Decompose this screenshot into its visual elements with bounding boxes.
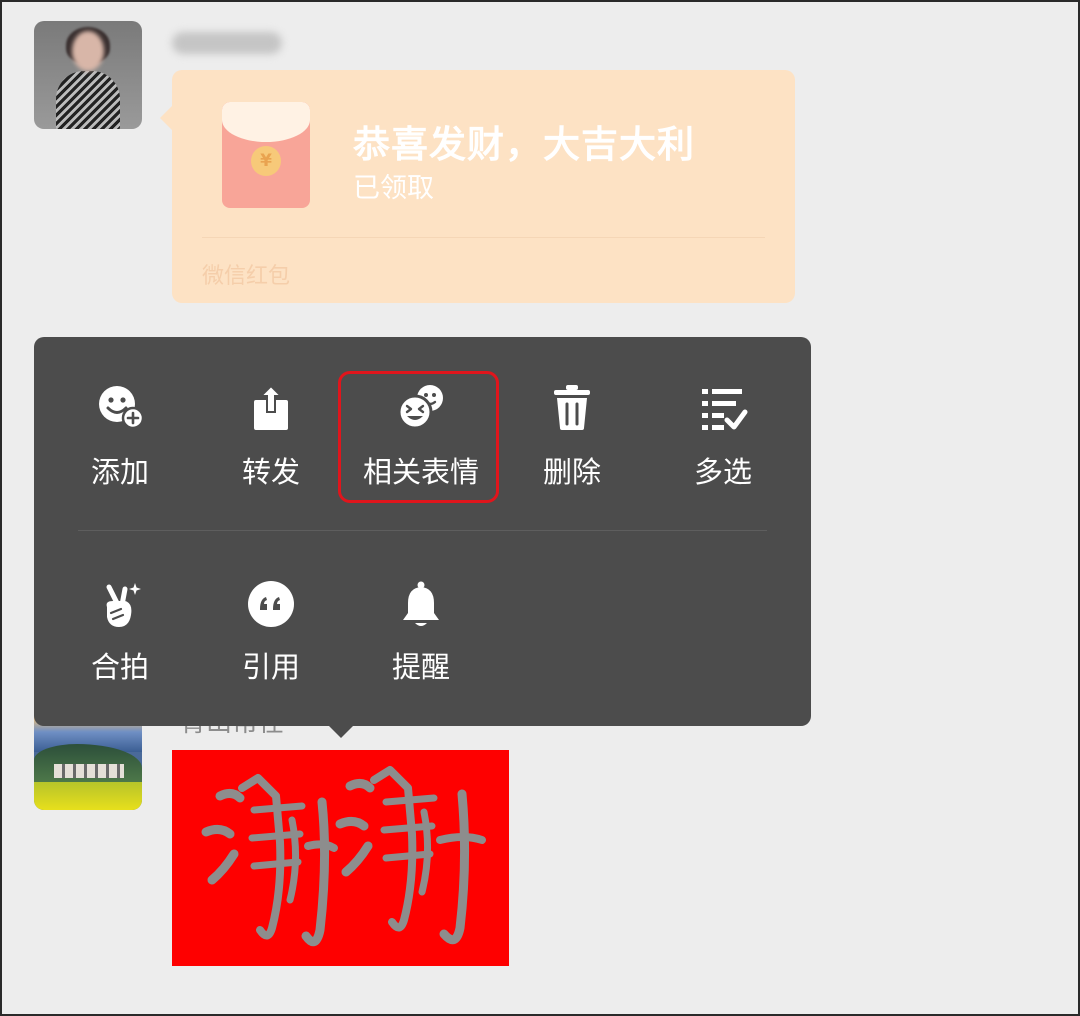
- duet-icon: [106, 583, 141, 627]
- red-packet-icon: ¥: [222, 102, 310, 208]
- chat-screen: ¥ 恭喜发财，大吉大利 已领取 微信红包 青山常在: [0, 0, 1080, 1016]
- menu-item-label: 删除: [542, 455, 601, 489]
- coin-icon: ¥: [251, 146, 281, 176]
- menu-item-delete[interactable]: 删除: [496, 337, 648, 489]
- menu-item-quote[interactable]: 引用: [195, 337, 347, 684]
- sender-avatar[interactable]: [34, 21, 142, 129]
- menu-divider: [78, 530, 767, 531]
- bell-icon: [403, 581, 439, 626]
- sender-name-blurred: [172, 32, 282, 54]
- menu-caret: [327, 724, 355, 738]
- message-context-menu: 添加 转发 相关表情 删除 多选 合拍 引用 提醒: [34, 337, 811, 726]
- trash-icon: [554, 385, 590, 430]
- red-packet-bubble[interactable]: ¥ 恭喜发财，大吉大利 已领取 微信红包: [160, 70, 795, 303]
- menu-item-label: 多选: [693, 455, 752, 489]
- multi-select-icon: [702, 389, 748, 430]
- red-packet-title: 恭喜发财，大吉大利: [353, 123, 695, 166]
- highlight-box: [338, 371, 499, 503]
- sticker-image[interactable]: [172, 750, 509, 966]
- red-packet-divider: [202, 237, 765, 238]
- calligraphy-sticker-art: [201, 766, 486, 947]
- red-packet-source: 微信红包: [202, 264, 291, 289]
- menu-item-label: 合拍: [90, 650, 149, 684]
- menu-item-label: 引用: [241, 650, 300, 684]
- red-packet-status: 已领取: [353, 173, 434, 204]
- menu-item-duet[interactable]: 合拍: [44, 337, 196, 684]
- menu-item-multi-select[interactable]: 多选: [647, 337, 799, 489]
- quote-icon: [248, 581, 294, 627]
- menu-item-label: 提醒: [391, 650, 450, 684]
